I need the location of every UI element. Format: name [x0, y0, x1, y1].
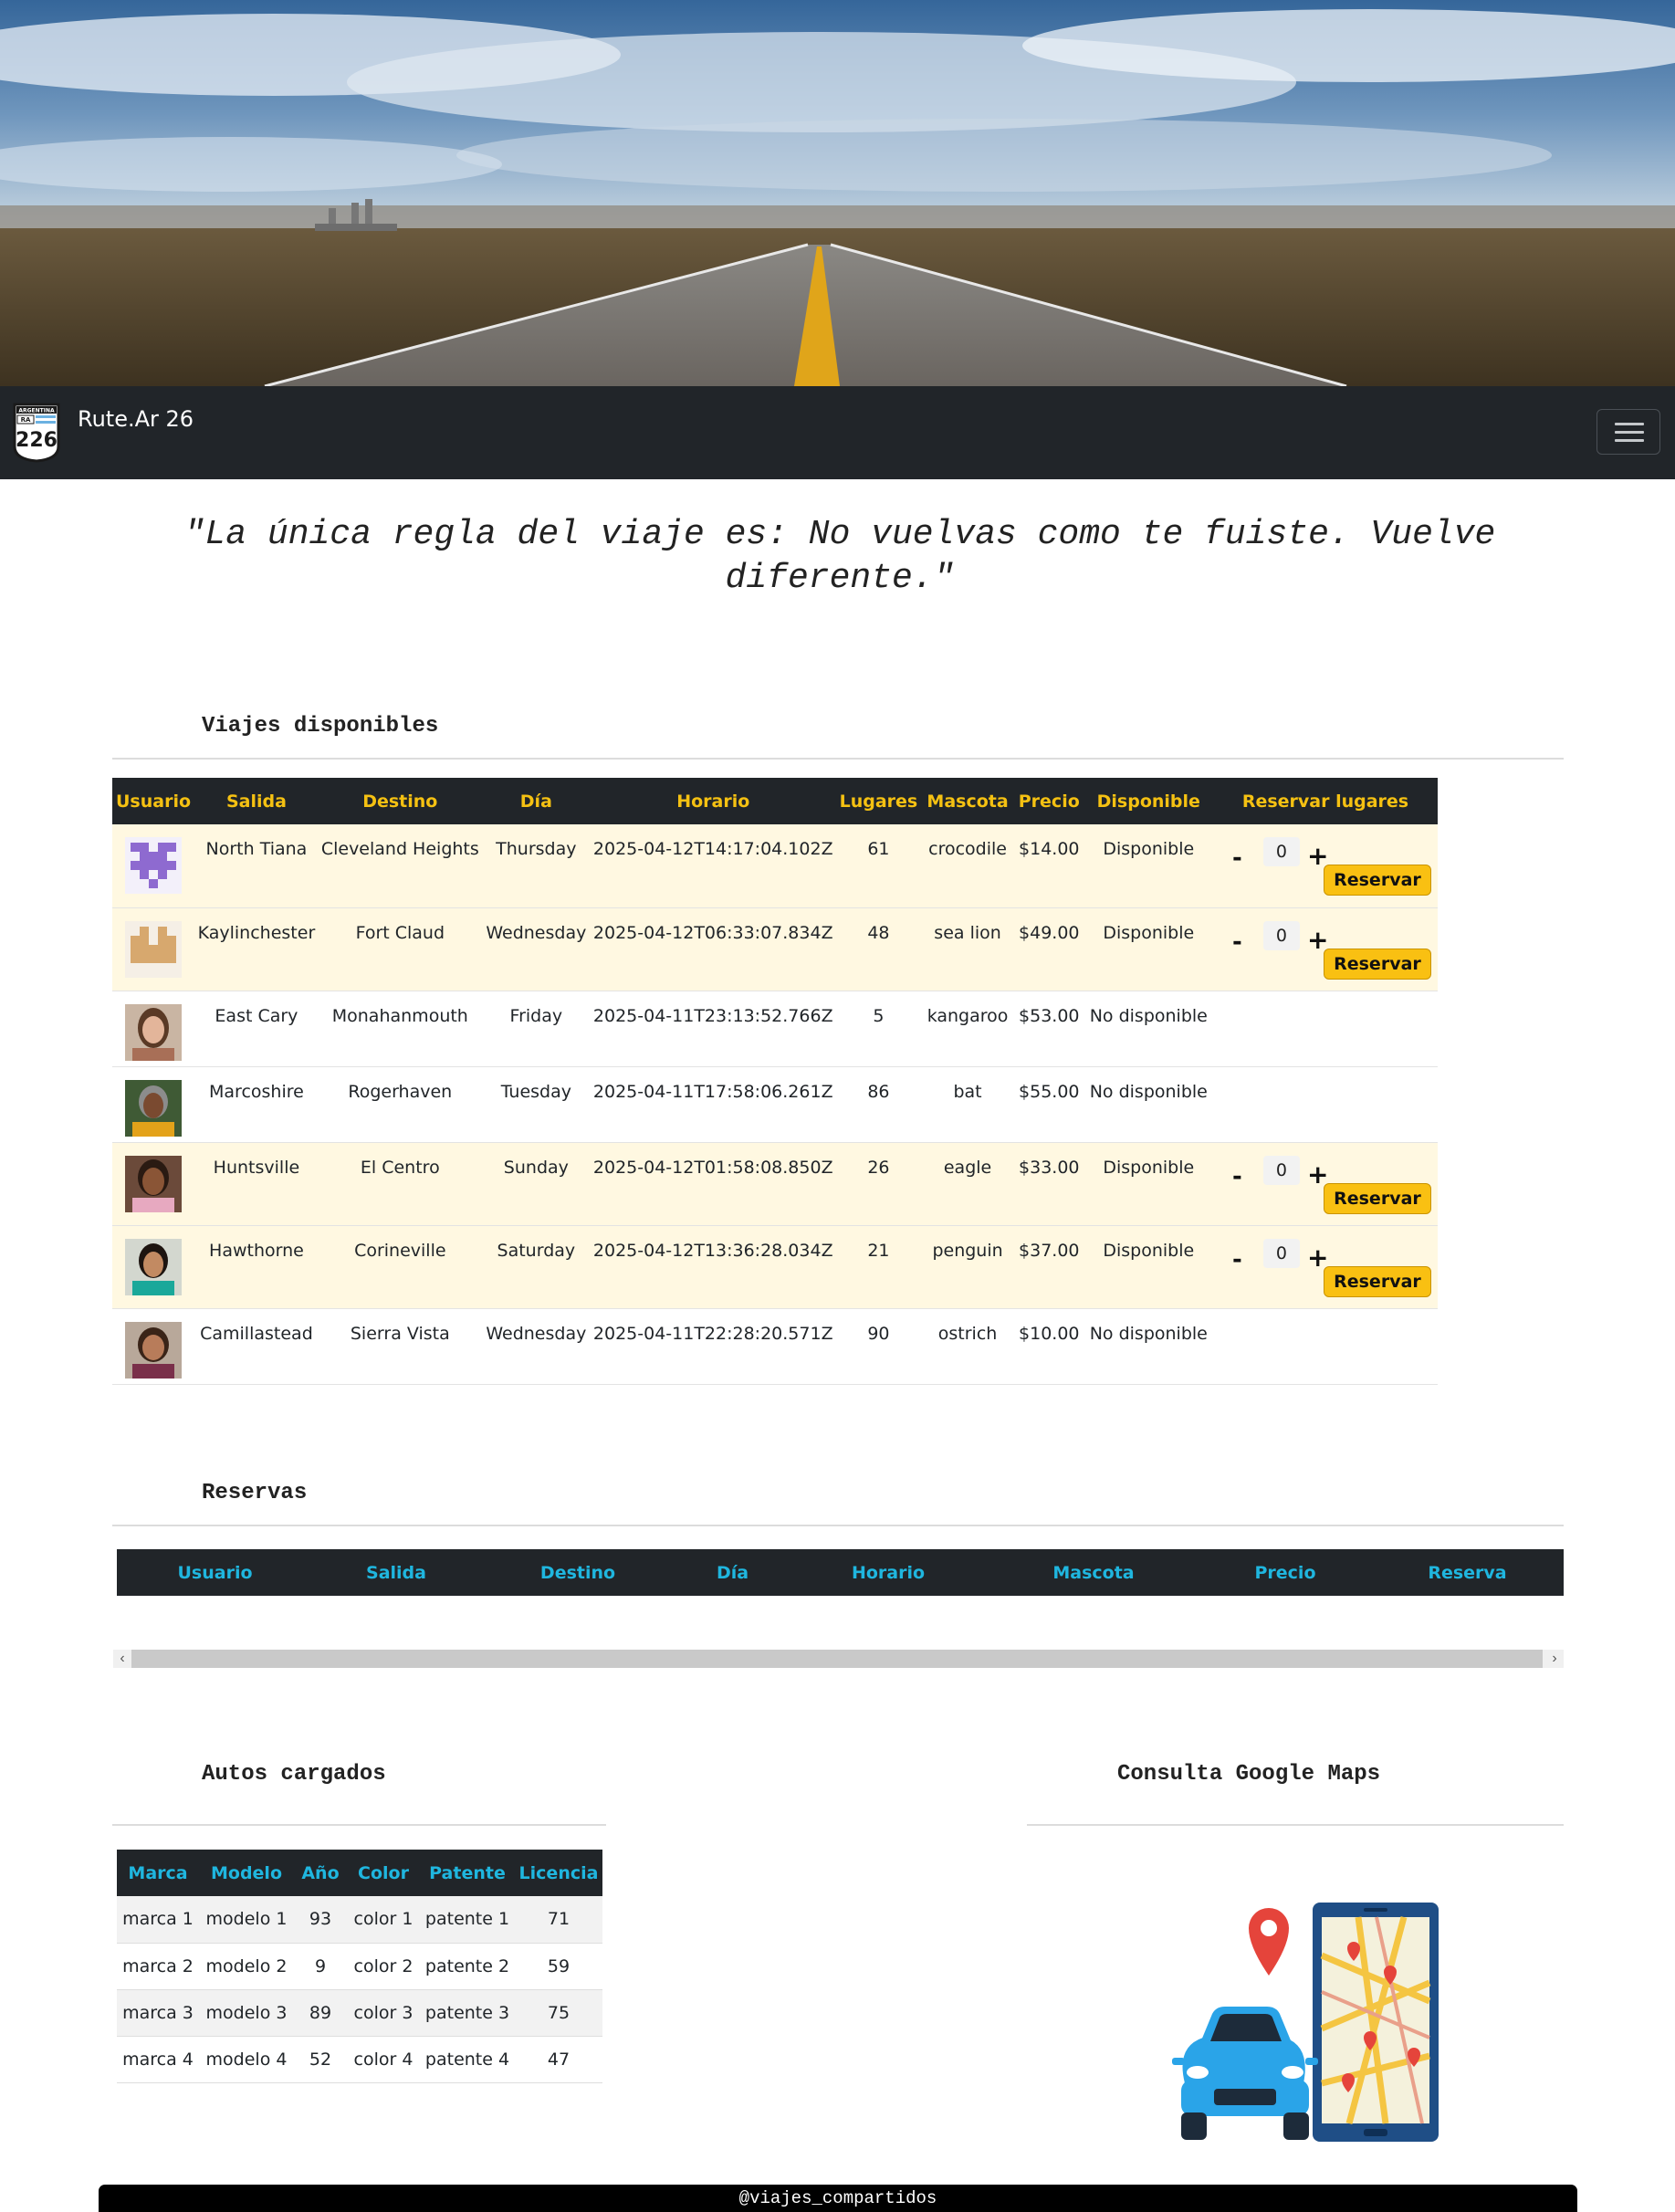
trips-table: Usuario Salida Destino Día Horario Lugar… — [112, 778, 1438, 1385]
col-mascota: Mascota — [926, 791, 1009, 812]
avatar — [125, 1003, 183, 1061]
reservas-table: Usuario Salida Destino Día Horario Masco… — [117, 1549, 1564, 1596]
auto-row: marca 3 modelo 3 89 color 3 patente 3 75 — [117, 1989, 602, 2036]
auto-row: marca 4 modelo 4 52 color 4 patente 4 47 — [117, 2036, 602, 2082]
reservar-button[interactable]: Reservar — [1323, 1182, 1431, 1214]
col-destino: Destino — [362, 791, 438, 812]
hero-road-image — [0, 0, 1675, 386]
avatar — [125, 1079, 183, 1137]
booking-control: - 0 + Reservar — [1216, 1226, 1435, 1299]
trip-row: Hawthorne Corineville Saturday 2025-04-1… — [112, 1225, 1438, 1308]
decrement-button[interactable]: - — [1232, 928, 1242, 956]
navbar-toggle-button[interactable] — [1596, 409, 1660, 455]
col-marca: Marca — [128, 1862, 188, 1883]
svg-text:226: 226 — [16, 429, 58, 452]
reservas-section-title: Reservas — [202, 1481, 308, 1505]
svg-text:ARGENTINA: ARGENTINA — [18, 408, 55, 414]
avatar — [125, 837, 183, 894]
autos-section-title: Autos cargados — [202, 1762, 386, 1787]
avatar — [125, 1155, 183, 1212]
col-licencia: Licencia — [518, 1862, 599, 1883]
auto-row: marca 1 modelo 1 93 color 1 patente 1 71 — [117, 1896, 602, 1943]
col-usuario: Usuario — [116, 791, 192, 812]
col-reservar: Reservar lugares — [1241, 791, 1409, 812]
trip-row: North Tiana Cleveland Heights Thursday 2… — [112, 824, 1438, 907]
booking-control: - 0 + Reservar — [1216, 1143, 1435, 1216]
col-usuario: Usuario — [177, 1562, 253, 1583]
booking-control: - 0 + Reservar — [1216, 824, 1435, 897]
car-and-phone-map-icon[interactable] — [1148, 1901, 1440, 2153]
col-precio: Precio — [1254, 1562, 1316, 1583]
col-anio: Año — [301, 1862, 340, 1883]
col-mascota: Mascota — [1052, 1562, 1135, 1583]
footer: @viajes_compartidos — [99, 2185, 1577, 2212]
decrement-button[interactable]: - — [1232, 1163, 1242, 1190]
quantity-value[interactable]: 0 — [1262, 920, 1300, 950]
avatar — [125, 920, 183, 978]
decrement-button[interactable]: - — [1232, 1246, 1242, 1274]
col-patente: Patente — [429, 1862, 506, 1883]
autos-divider — [112, 1824, 606, 1826]
trips-divider — [112, 758, 1564, 760]
trips-section-title: Viajes disponibles — [202, 714, 439, 739]
col-dia: Día — [716, 1562, 749, 1583]
maps-section-title: Consulta Google Maps — [1117, 1762, 1381, 1787]
trip-row: Marcoshire Rogerhaven Tuesday 2025-04-11… — [112, 1066, 1438, 1142]
col-salida: Salida — [225, 791, 287, 812]
svg-text:RA: RA — [21, 416, 31, 424]
scroll-thumb[interactable] — [131, 1650, 1543, 1668]
reservas-divider — [112, 1525, 1564, 1526]
trip-row: East Cary Monahanmouth Friday 2025-04-11… — [112, 991, 1438, 1066]
auto-row: marca 2 modelo 2 9 color 2 patente 2 59 — [117, 1943, 602, 1989]
reservar-button[interactable]: Reservar — [1323, 865, 1431, 896]
col-destino: Destino — [539, 1562, 616, 1583]
col-horario: Horario — [851, 1562, 926, 1583]
reservar-button[interactable]: Reservar — [1323, 1265, 1431, 1297]
trip-row: Camillastead Sierra Vista Wednesday 2025… — [112, 1308, 1438, 1384]
quantity-value[interactable]: 0 — [1262, 1155, 1300, 1185]
scroll-left-icon[interactable]: ‹ — [113, 1650, 131, 1668]
col-modelo: Modelo — [210, 1862, 282, 1883]
route-226-logo[interactable]: ARGENTINA RA 226 — [13, 403, 60, 463]
menu-icon — [1615, 423, 1644, 425]
autos-header-row: Marca Modelo Año Color Patente Licencia — [117, 1850, 602, 1896]
horizontal-scrollbar[interactable]: ‹ › — [113, 1650, 1564, 1668]
reservas-header-row: Usuario Salida Destino Día Horario Masco… — [117, 1549, 1564, 1596]
col-reserva: Reserva — [1428, 1562, 1507, 1583]
maps-divider — [1027, 1824, 1564, 1826]
col-lugares: Lugares — [839, 791, 918, 812]
avatar — [125, 1238, 183, 1295]
hero-banner — [0, 0, 1675, 386]
reservar-button[interactable]: Reservar — [1323, 948, 1431, 980]
col-horario: Horario — [676, 791, 750, 812]
col-salida: Salida — [366, 1562, 426, 1583]
trips-header-row: Usuario Salida Destino Día Horario Lugar… — [112, 778, 1438, 824]
col-precio: Precio — [1018, 791, 1080, 812]
quantity-value[interactable]: 0 — [1262, 837, 1300, 866]
trip-row: Kaylinchester Fort Claud Wednesday 2025-… — [112, 907, 1438, 991]
navbar: ARGENTINA RA 226 Rute.Ar 26 — [0, 386, 1675, 479]
booking-control: - 0 + Reservar — [1216, 908, 1435, 981]
col-disponible: Disponible — [1096, 791, 1200, 812]
travel-quote: "La única regla del viaje es: No vuelvas… — [183, 515, 1496, 598]
col-dia: Día — [519, 791, 552, 812]
quantity-value[interactable]: 0 — [1262, 1238, 1300, 1268]
scroll-right-icon[interactable]: › — [1545, 1650, 1564, 1668]
avatar — [125, 1321, 183, 1379]
brand-name[interactable]: Rute.Ar 26 — [78, 406, 194, 432]
decrement-button[interactable]: - — [1232, 844, 1242, 872]
autos-table: Marca Modelo Año Color Patente Licencia … — [117, 1850, 602, 2083]
col-color: Color — [358, 1862, 409, 1883]
trip-row: Huntsville El Centro Sunday 2025-04-12T0… — [112, 1142, 1438, 1225]
